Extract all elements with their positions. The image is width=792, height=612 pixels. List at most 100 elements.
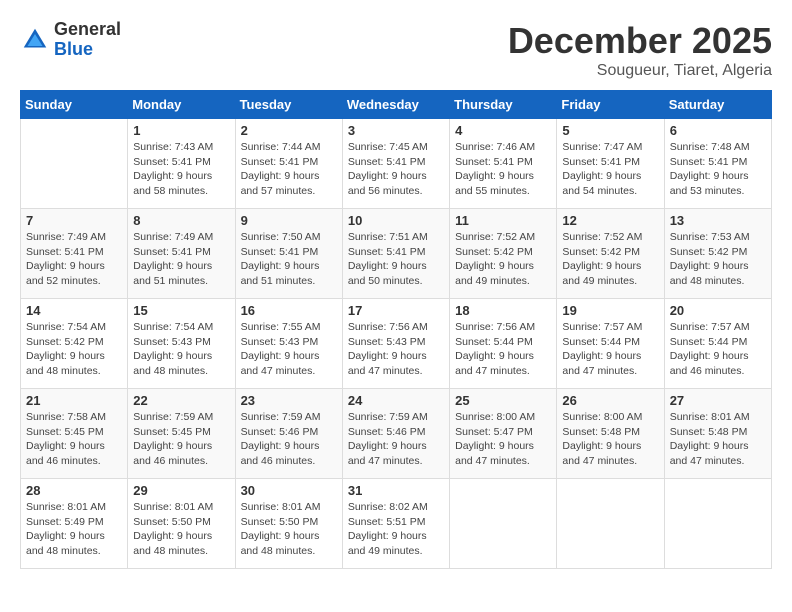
day-info: Sunrise: 7:49 AM Sunset: 5:41 PM Dayligh… [26, 230, 122, 289]
day-number: 15 [133, 303, 229, 318]
day-info: Sunrise: 7:49 AM Sunset: 5:41 PM Dayligh… [133, 230, 229, 289]
calendar-cell: 16Sunrise: 7:55 AM Sunset: 5:43 PM Dayli… [235, 299, 342, 389]
calendar-cell: 6 Sunrise: 7:48 AM Sunset: 5:41 PM Daylig… [664, 119, 771, 209]
calendar-table: SundayMondayTuesdayWednesdayThursdayFrid… [20, 90, 772, 569]
calendar-week-2: 7Sunrise: 7:49 AM Sunset: 5:41 PM Daylig… [21, 209, 772, 299]
calendar-cell: 24Sunrise: 7:59 AM Sunset: 5:46 PM Dayli… [342, 389, 449, 479]
logo-general: General [54, 20, 121, 40]
day-number: 22 [133, 393, 229, 408]
header-saturday: Saturday [664, 91, 771, 119]
day-number: 2 [241, 123, 337, 138]
day-number: 5 [562, 123, 658, 138]
calendar-cell: 5 Sunrise: 7:47 AM Sunset: 5:41 PM Daylig… [557, 119, 664, 209]
day-info: Sunrise: 7:56 AM Sunset: 5:43 PM Dayligh… [348, 320, 444, 379]
calendar-cell: 4 Sunrise: 7:46 AM Sunset: 5:41 PM Daylig… [450, 119, 557, 209]
calendar-cell: 27 Sunrise: 8:01 AM Sunset: 5:48 PM Dayli… [664, 389, 771, 479]
day-info: Sunrise: 7:56 AM Sunset: 5:44 PM Dayligh… [455, 320, 551, 379]
day-number: 24 [348, 393, 444, 408]
calendar-cell: 23 Sunrise: 7:59 AM Sunset: 5:46 PM Dayli… [235, 389, 342, 479]
calendar-cell: 18 Sunrise: 7:56 AM Sunset: 5:44 PM Dayli… [450, 299, 557, 389]
day-number: 21 [26, 393, 122, 408]
calendar-week-4: 21 Sunrise: 7:58 AM Sunset: 5:45 PM Dayli… [21, 389, 772, 479]
calendar-cell: 10Sunrise: 7:51 AM Sunset: 5:41 PM Dayli… [342, 209, 449, 299]
day-number: 3 [348, 123, 444, 138]
day-number: 28 [26, 483, 122, 498]
day-number: 20 [670, 303, 766, 318]
calendar-cell [450, 479, 557, 569]
calendar-cell: 22 Sunrise: 7:59 AM Sunset: 5:45 PM Dayli… [128, 389, 235, 479]
day-info: Sunrise: 7:59 AM Sunset: 5:45 PM Dayligh… [133, 410, 229, 469]
day-number: 31 [348, 483, 444, 498]
day-number: 9 [241, 213, 337, 228]
day-info: Sunrise: 8:02 AM Sunset: 5:51 PM Dayligh… [348, 500, 444, 559]
calendar-cell: 28Sunrise: 8:01 AM Sunset: 5:49 PM Dayli… [21, 479, 128, 569]
day-info: Sunrise: 7:46 AM Sunset: 5:41 PM Dayligh… [455, 140, 551, 199]
day-number: 26 [562, 393, 658, 408]
day-number: 19 [562, 303, 658, 318]
day-number: 23 [241, 393, 337, 408]
calendar-header-row: SundayMondayTuesdayWednesdayThursdayFrid… [21, 91, 772, 119]
header-tuesday: Tuesday [235, 91, 342, 119]
calendar-week-5: 28Sunrise: 8:01 AM Sunset: 5:49 PM Dayli… [21, 479, 772, 569]
calendar-cell: 19 Sunrise: 7:57 AM Sunset: 5:44 PM Dayli… [557, 299, 664, 389]
day-info: Sunrise: 7:48 AM Sunset: 5:41 PM Dayligh… [670, 140, 766, 199]
day-info: Sunrise: 7:57 AM Sunset: 5:44 PM Dayligh… [670, 320, 766, 379]
day-number: 8 [133, 213, 229, 228]
calendar-cell: 9 Sunrise: 7:50 AM Sunset: 5:41 PM Daylig… [235, 209, 342, 299]
calendar-cell: 15 Sunrise: 7:54 AM Sunset: 5:43 PM Dayli… [128, 299, 235, 389]
day-info: Sunrise: 8:00 AM Sunset: 5:48 PM Dayligh… [562, 410, 658, 469]
day-number: 25 [455, 393, 551, 408]
calendar-cell: 21 Sunrise: 7:58 AM Sunset: 5:45 PM Dayli… [21, 389, 128, 479]
location-subtitle: Sougueur, Tiaret, Algeria [508, 62, 772, 80]
day-number: 27 [670, 393, 766, 408]
day-number: 18 [455, 303, 551, 318]
day-info: Sunrise: 8:00 AM Sunset: 5:47 PM Dayligh… [455, 410, 551, 469]
day-number: 1 [133, 123, 229, 138]
header-sunday: Sunday [21, 91, 128, 119]
day-info: Sunrise: 7:58 AM Sunset: 5:45 PM Dayligh… [26, 410, 122, 469]
calendar-cell: 11 Sunrise: 7:52 AM Sunset: 5:42 PM Dayli… [450, 209, 557, 299]
day-info: Sunrise: 8:01 AM Sunset: 5:50 PM Dayligh… [241, 500, 337, 559]
logo-text: General Blue [54, 20, 121, 60]
day-info: Sunrise: 7:57 AM Sunset: 5:44 PM Dayligh… [562, 320, 658, 379]
title-block: December 2025 Sougueur, Tiaret, Algeria [508, 20, 772, 80]
day-number: 6 [670, 123, 766, 138]
calendar-cell: 7Sunrise: 7:49 AM Sunset: 5:41 PM Daylig… [21, 209, 128, 299]
day-info: Sunrise: 7:55 AM Sunset: 5:43 PM Dayligh… [241, 320, 337, 379]
day-info: Sunrise: 8:01 AM Sunset: 5:50 PM Dayligh… [133, 500, 229, 559]
calendar-cell [664, 479, 771, 569]
header-friday: Friday [557, 91, 664, 119]
day-info: Sunrise: 7:54 AM Sunset: 5:43 PM Dayligh… [133, 320, 229, 379]
day-info: Sunrise: 7:59 AM Sunset: 5:46 PM Dayligh… [241, 410, 337, 469]
day-info: Sunrise: 8:01 AM Sunset: 5:48 PM Dayligh… [670, 410, 766, 469]
logo: General Blue [20, 20, 121, 60]
day-info: Sunrise: 7:51 AM Sunset: 5:41 PM Dayligh… [348, 230, 444, 289]
month-title: December 2025 [508, 20, 772, 62]
day-info: Sunrise: 7:53 AM Sunset: 5:42 PM Dayligh… [670, 230, 766, 289]
day-info: Sunrise: 7:54 AM Sunset: 5:42 PM Dayligh… [26, 320, 122, 379]
day-info: Sunrise: 7:43 AM Sunset: 5:41 PM Dayligh… [133, 140, 229, 199]
header-monday: Monday [128, 91, 235, 119]
calendar-cell: 12Sunrise: 7:52 AM Sunset: 5:42 PM Dayli… [557, 209, 664, 299]
day-number: 13 [670, 213, 766, 228]
header-thursday: Thursday [450, 91, 557, 119]
day-info: Sunrise: 7:47 AM Sunset: 5:41 PM Dayligh… [562, 140, 658, 199]
calendar-cell: 26 Sunrise: 8:00 AM Sunset: 5:48 PM Dayli… [557, 389, 664, 479]
calendar-cell: 25 Sunrise: 8:00 AM Sunset: 5:47 PM Dayli… [450, 389, 557, 479]
calendar-cell: 14 Sunrise: 7:54 AM Sunset: 5:42 PM Dayli… [21, 299, 128, 389]
day-info: Sunrise: 7:52 AM Sunset: 5:42 PM Dayligh… [455, 230, 551, 289]
day-info: Sunrise: 7:50 AM Sunset: 5:41 PM Dayligh… [241, 230, 337, 289]
calendar-cell: 17 Sunrise: 7:56 AM Sunset: 5:43 PM Dayli… [342, 299, 449, 389]
day-number: 12 [562, 213, 658, 228]
calendar-cell [557, 479, 664, 569]
calendar-cell: 13 Sunrise: 7:53 AM Sunset: 5:42 PM Dayli… [664, 209, 771, 299]
day-number: 11 [455, 213, 551, 228]
calendar-cell: 8 Sunrise: 7:49 AM Sunset: 5:41 PM Daylig… [128, 209, 235, 299]
calendar-cell: 20 Sunrise: 7:57 AM Sunset: 5:44 PM Dayli… [664, 299, 771, 389]
calendar-cell: 29Sunrise: 8:01 AM Sunset: 5:50 PM Dayli… [128, 479, 235, 569]
day-number: 4 [455, 123, 551, 138]
day-number: 17 [348, 303, 444, 318]
day-number: 14 [26, 303, 122, 318]
header-wednesday: Wednesday [342, 91, 449, 119]
calendar-week-3: 14 Sunrise: 7:54 AM Sunset: 5:42 PM Dayli… [21, 299, 772, 389]
